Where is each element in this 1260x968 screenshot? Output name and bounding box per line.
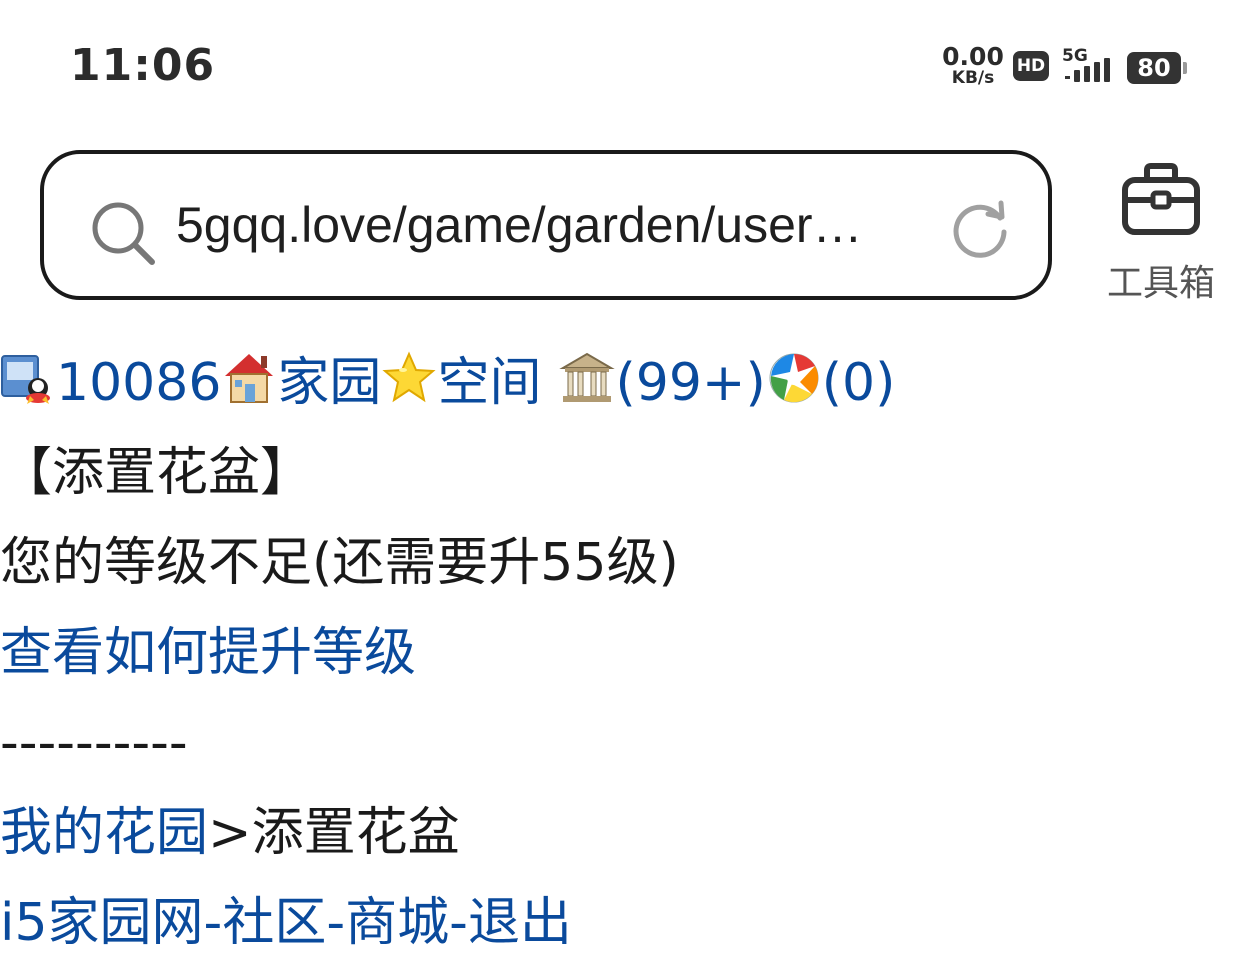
toolbox-icon[interactable] <box>1119 162 1203 238</box>
refresh-icon[interactable] <box>948 198 1012 262</box>
url-text[interactable]: 5gqq.love/game/garden/user… <box>176 196 896 254</box>
building-icon[interactable] <box>559 350 616 406</box>
footer-logout-link[interactable]: 退出 <box>468 893 572 953</box>
user-avatar-icon[interactable] <box>0 350 56 406</box>
footer-community-link[interactable]: 社区 <box>222 893 326 953</box>
toolbox-button[interactable]: 工具箱 <box>1100 162 1222 304</box>
star-icon[interactable] <box>381 350 437 406</box>
footer-home-link[interactable]: i5家园网 <box>0 893 204 953</box>
home-link[interactable]: 家园 <box>277 353 381 413</box>
breadcrumb-current: 添置花盆 <box>251 803 460 863</box>
footer-separator: - <box>449 893 468 953</box>
hd-badge-icon: HD <box>1013 51 1049 81</box>
footer-separator: - <box>326 893 346 953</box>
divider: ---------- <box>0 713 188 773</box>
status-bar: 11:06 0.00 KB/s HD 5G 80 <box>0 0 1260 130</box>
footer-separator: - <box>203 893 223 953</box>
page-content: 10086 家园 空间 (99+) (0) 【添置花盆】 您的等级不足(还需要升… <box>0 338 1260 968</box>
breadcrumb-my-garden-link[interactable]: 我的花园 <box>0 803 208 863</box>
breadcrumb-separator: > <box>208 803 252 863</box>
signal-5g-icon: 5G <box>1062 46 1116 86</box>
network-speed-indicator: 0.00 KB/s <box>942 44 1004 87</box>
upgrade-level-link[interactable]: 查看如何提升等级 <box>0 623 416 683</box>
mail-count-link[interactable]: (99+) <box>615 353 765 413</box>
network-speed-unit: KB/s <box>951 68 995 88</box>
level-message: 您的等级不足(还需要升55级) <box>0 533 679 593</box>
space-link[interactable]: 空间 <box>437 353 541 413</box>
address-bar[interactable]: 5gqq.love/game/garden/user… <box>40 150 1052 300</box>
user-id-link[interactable]: 10086 <box>56 353 221 413</box>
page-title: 【添置花盆】 <box>0 443 313 503</box>
breadcrumb: 我的花园>添置花盆 <box>0 788 1260 878</box>
footer-shop-link[interactable]: 商城 <box>345 893 449 953</box>
house-icon[interactable] <box>221 350 277 406</box>
footer-links: i5家园网-社区-商城-退出 <box>0 878 1260 968</box>
status-clock: 11:06 <box>70 40 216 91</box>
camera-shutter-icon[interactable] <box>766 350 822 406</box>
top-nav-row: 10086 家园 空间 (99+) (0) <box>0 338 1260 428</box>
network-generation-label: 5G <box>1062 46 1088 66</box>
battery-icon: 80 <box>1127 52 1187 84</box>
album-count-link[interactable]: (0) <box>822 353 896 413</box>
search-icon[interactable] <box>88 198 160 270</box>
network-speed-value: 0.00 <box>942 42 1004 71</box>
toolbox-label: 工具箱 <box>1106 263 1215 304</box>
